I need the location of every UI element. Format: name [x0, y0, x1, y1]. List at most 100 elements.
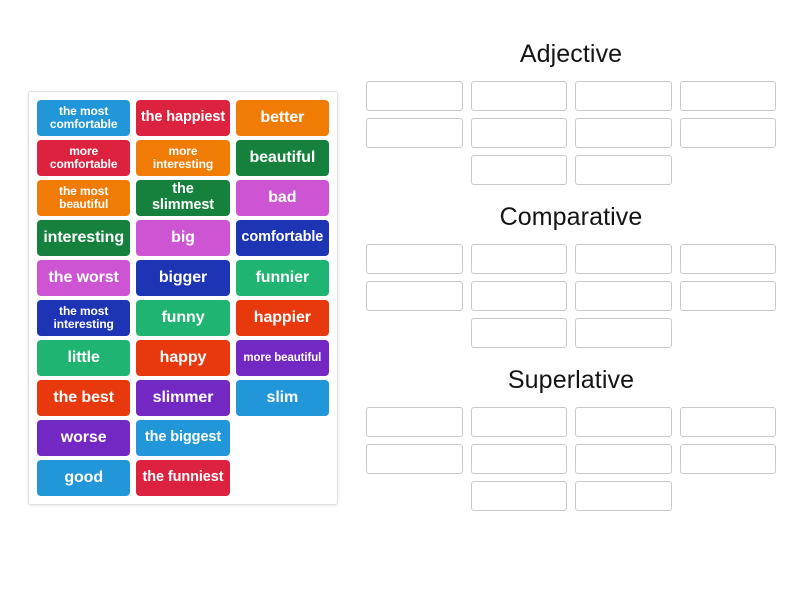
drop-slot-grid — [366, 244, 776, 348]
word-tile-slot: the funniest — [133, 458, 232, 498]
word-tile-slot: comfortable — [233, 218, 332, 258]
word-tile-slot: the most comfortable — [34, 98, 133, 138]
category-groups: Adjective Comparative Superlative — [366, 40, 776, 519]
drop-slot[interactable] — [575, 281, 672, 311]
drop-slot[interactable] — [366, 81, 463, 111]
word-tile-slot: slim — [233, 378, 332, 418]
category-group-title: Adjective — [519, 40, 623, 68]
drop-slot-grid — [366, 81, 776, 185]
word-tile-slot: little — [34, 338, 133, 378]
drop-slot[interactable] — [575, 118, 672, 148]
drop-slot[interactable] — [575, 318, 672, 348]
drop-slot[interactable] — [470, 118, 567, 148]
category-group: Adjective — [366, 40, 776, 185]
category-group-title: Comparative — [499, 203, 643, 231]
drop-slot[interactable] — [575, 244, 672, 274]
word-tile-slot: beautiful — [233, 138, 332, 178]
drop-slot[interactable] — [366, 281, 463, 311]
word-tile-slot: happier — [233, 298, 332, 338]
drop-slot[interactable] — [575, 481, 672, 511]
category-group: Comparative — [366, 203, 776, 348]
word-tile[interactable]: little — [37, 340, 131, 376]
word-tile-slot: the worst — [34, 258, 133, 298]
word-tile-slot-empty — [233, 458, 332, 498]
word-tile-slot: interesting — [34, 218, 133, 258]
word-tile-slot: the slimmest — [133, 178, 232, 218]
drop-slot[interactable] — [679, 444, 776, 474]
drop-slot[interactable] — [679, 244, 776, 274]
word-tile[interactable]: good — [37, 460, 131, 496]
drop-slot[interactable] — [575, 81, 672, 111]
activity-stage: the most comfortable the happiest better mo… — [0, 0, 800, 600]
drop-slot[interactable] — [366, 407, 463, 437]
word-tile[interactable]: big — [136, 220, 230, 256]
drop-slot[interactable] — [575, 407, 672, 437]
word-tile[interactable]: happy — [136, 340, 230, 376]
word-tile[interactable]: comfortable — [235, 220, 329, 256]
drop-slot[interactable] — [470, 81, 567, 111]
word-tile-slot: more comfortable — [34, 138, 133, 178]
drop-slot[interactable] — [679, 407, 776, 437]
category-group: Superlative — [366, 366, 776, 511]
word-tile[interactable]: worse — [37, 420, 131, 456]
word-tile[interactable]: the slimmest — [136, 180, 230, 216]
word-tile[interactable]: the worst — [37, 260, 131, 296]
word-tile[interactable]: slim — [235, 380, 329, 416]
drop-slot[interactable] — [679, 281, 776, 311]
drop-slot[interactable] — [470, 281, 567, 311]
word-tile[interactable]: interesting — [37, 220, 131, 256]
word-tile[interactable]: more interesting — [136, 140, 230, 176]
word-tile[interactable]: happier — [235, 300, 329, 336]
drop-slot[interactable] — [470, 444, 567, 474]
word-tile[interactable]: beautiful — [235, 140, 329, 176]
word-tile-slot: the most interesting — [34, 298, 133, 338]
drop-slot[interactable] — [366, 444, 463, 474]
word-tile-slot: big — [133, 218, 232, 258]
word-tile-slot: good — [34, 458, 133, 498]
drop-slot[interactable] — [470, 481, 567, 511]
word-tile-slot: funnier — [233, 258, 332, 298]
drop-slot[interactable] — [366, 244, 463, 274]
drop-slot-grid — [366, 407, 776, 511]
word-tile[interactable]: more comfortable — [37, 140, 131, 176]
drop-slot[interactable] — [575, 155, 672, 185]
word-tile-slot: the best — [34, 378, 133, 418]
word-tile[interactable]: bigger — [136, 260, 230, 296]
drop-slot[interactable] — [470, 244, 567, 274]
word-tile-slot-empty — [233, 418, 332, 458]
word-tile[interactable]: the most interesting — [37, 300, 131, 336]
drop-slot[interactable] — [575, 444, 672, 474]
drop-slot[interactable] — [366, 118, 463, 148]
word-tile-slot: better — [233, 98, 332, 138]
word-tile-slot: the most beautiful — [34, 178, 133, 218]
word-tile[interactable]: funnier — [235, 260, 329, 296]
word-tile[interactable]: the best — [37, 380, 131, 416]
word-tile-slot: more interesting — [133, 138, 232, 178]
word-tile-slot: happy — [133, 338, 232, 378]
category-group-title: Superlative — [507, 366, 635, 394]
word-tile[interactable]: more beautiful — [235, 340, 329, 376]
word-tile-grid: the most comfortable the happiest better mo… — [34, 98, 332, 498]
word-tile[interactable]: the most comfortable — [37, 100, 131, 136]
word-tile[interactable]: the biggest — [136, 420, 230, 456]
word-tile-slot: bad — [233, 178, 332, 218]
word-tile-slot: slimmer — [133, 378, 232, 418]
word-tile-slot: worse — [34, 418, 133, 458]
word-tile-slot: bigger — [133, 258, 232, 298]
word-tile[interactable]: the funniest — [136, 460, 230, 496]
word-tile[interactable]: slimmer — [136, 380, 230, 416]
word-tile[interactable]: funny — [136, 300, 230, 336]
drop-slot[interactable] — [470, 318, 567, 348]
word-tile[interactable]: the happiest — [136, 100, 230, 136]
drop-slot[interactable] — [679, 81, 776, 111]
drop-slot[interactable] — [470, 155, 567, 185]
word-tile[interactable]: the most beautiful — [37, 180, 131, 216]
drop-slot[interactable] — [679, 118, 776, 148]
word-tile[interactable]: bad — [235, 180, 329, 216]
word-tile[interactable]: better — [235, 100, 329, 136]
word-tile-slot: the happiest — [133, 98, 232, 138]
word-tile-tray[interactable]: the most comfortable the happiest better mo… — [28, 91, 338, 505]
word-tile-slot: funny — [133, 298, 232, 338]
word-tile-slot: the biggest — [133, 418, 232, 458]
drop-slot[interactable] — [470, 407, 567, 437]
